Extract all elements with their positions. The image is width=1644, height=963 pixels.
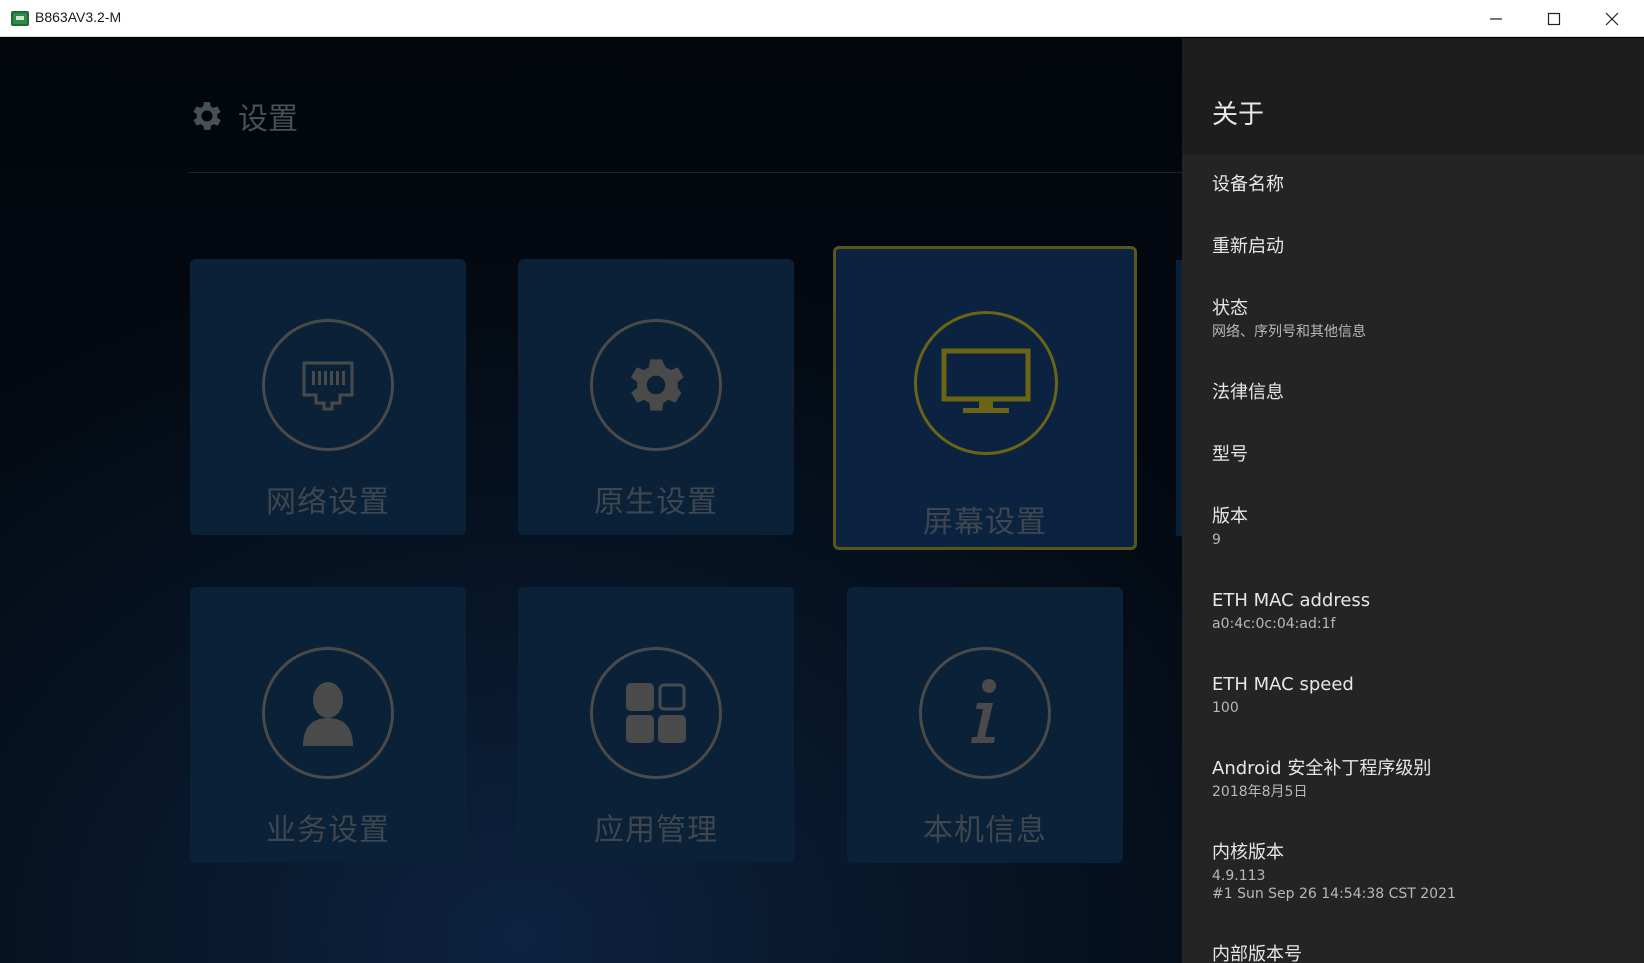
about-item-security-patch[interactable]: Android 安全补丁程序级别 2018年8月5日 xyxy=(1212,757,1632,801)
tile-native-settings[interactable]: 原生设置 xyxy=(518,259,794,535)
tile-label: 应用管理 xyxy=(594,813,718,848)
tile-app-management[interactable]: 应用管理 xyxy=(518,587,794,863)
close-button[interactable] xyxy=(1583,0,1641,37)
maximize-icon xyxy=(1547,12,1561,25)
about-item-legal[interactable]: 法律信息 xyxy=(1212,381,1632,405)
item-title: 设备名称 xyxy=(1212,174,1284,195)
item-title: 重新启动 xyxy=(1212,236,1284,257)
tile-label: 原生设置 xyxy=(594,485,718,520)
window-title: B863AV3.2-M xyxy=(35,9,122,25)
item-title: 状态 xyxy=(1212,298,1248,319)
tile-icon-circle xyxy=(590,319,722,451)
tile-icon-circle xyxy=(919,647,1051,779)
item-subtitle: 网络、序列号和其他信息 xyxy=(1212,324,1366,340)
item-title: 内部版本号 xyxy=(1212,944,1302,963)
user-icon xyxy=(303,682,353,746)
item-title: Android 安全补丁程序级别 xyxy=(1212,758,1432,779)
tile-device-info[interactable]: 本机信息 xyxy=(847,587,1123,863)
close-icon xyxy=(1605,12,1619,25)
about-item-eth-mac-address[interactable]: ETH MAC address a0:4c:0c:04:ad:1f xyxy=(1212,589,1632,633)
settings-header: 设置 xyxy=(188,92,298,140)
item-title: ETH MAC speed xyxy=(1212,674,1354,695)
monitor-icon xyxy=(941,348,1031,413)
maximize-button[interactable] xyxy=(1525,0,1583,37)
header-divider xyxy=(188,172,1182,173)
item-title: 型号 xyxy=(1212,444,1248,465)
about-item-version[interactable]: 版本 9 xyxy=(1212,505,1632,549)
about-drawer: 关于 设备名称 重新启动 状态 网络、序列号和其他信息 法律信息 型号 版本 9… xyxy=(1182,38,1644,963)
tile-screen-settings[interactable]: 屏幕设置 xyxy=(833,246,1137,550)
minimize-icon xyxy=(1490,17,1502,20)
about-item-model[interactable]: 型号 xyxy=(1212,443,1632,467)
item-title: 法律信息 xyxy=(1212,382,1284,403)
item-subtitle: 4.9.113 xyxy=(1212,868,1266,884)
about-item-build-number[interactable]: 内部版本号 xyxy=(1212,943,1632,963)
minimize-button[interactable] xyxy=(1467,0,1525,37)
tile-label: 本机信息 xyxy=(923,813,1047,848)
about-item-device-name[interactable]: 设备名称 xyxy=(1212,173,1632,197)
window-titlebar: B863AV3.2-M xyxy=(0,0,1644,37)
tile-icon-circle xyxy=(590,647,722,779)
ethernet-port-icon xyxy=(302,361,354,411)
app-content: 设置 网络设置 原生设置 屏幕设置 业务设置 应用管理 本机信息 关于 设备名称… xyxy=(0,38,1644,963)
tile-label: 业务设置 xyxy=(266,813,390,848)
tile-business-settings[interactable]: 业务设置 xyxy=(190,587,466,863)
item-subtitle: a0:4c:0c:04:ad:1f xyxy=(1212,616,1336,632)
background-fade xyxy=(0,38,1182,238)
about-item-status[interactable]: 状态 网络、序列号和其他信息 xyxy=(1212,297,1632,341)
item-subtitle: 2018年8月5日 xyxy=(1212,784,1308,800)
item-subtitle-2: #1 Sun Sep 26 14:54:38 CST 2021 xyxy=(1212,886,1456,902)
item-title: 内核版本 xyxy=(1212,842,1284,863)
item-title: 版本 xyxy=(1212,506,1248,527)
tile-label: 网络设置 xyxy=(266,485,390,520)
info-icon xyxy=(971,679,996,743)
about-item-restart[interactable]: 重新启动 xyxy=(1212,235,1632,259)
about-item-kernel-version[interactable]: 内核版本 4.9.113 #1 Sun Sep 26 14:54:38 CST … xyxy=(1212,841,1632,903)
tile-label: 屏幕设置 xyxy=(923,505,1047,540)
about-item-eth-mac-speed[interactable]: ETH MAC speed 100 xyxy=(1212,673,1632,717)
drawer-header: 关于 xyxy=(1182,38,1644,154)
item-subtitle: 100 xyxy=(1212,700,1239,716)
app-icon xyxy=(11,11,29,26)
drawer-title: 关于 xyxy=(1212,100,1265,130)
tile-network-settings[interactable]: 网络设置 xyxy=(190,259,466,535)
tile-icon-circle xyxy=(262,647,394,779)
tile-icon-circle xyxy=(262,319,394,451)
tile-icon-circle xyxy=(914,311,1058,455)
item-title: ETH MAC address xyxy=(1212,590,1371,611)
gear-icon xyxy=(630,359,684,411)
item-subtitle: 9 xyxy=(1212,532,1221,548)
apps-grid-icon xyxy=(626,683,686,743)
gear-icon xyxy=(193,102,221,130)
page-title: 设置 xyxy=(238,102,298,137)
